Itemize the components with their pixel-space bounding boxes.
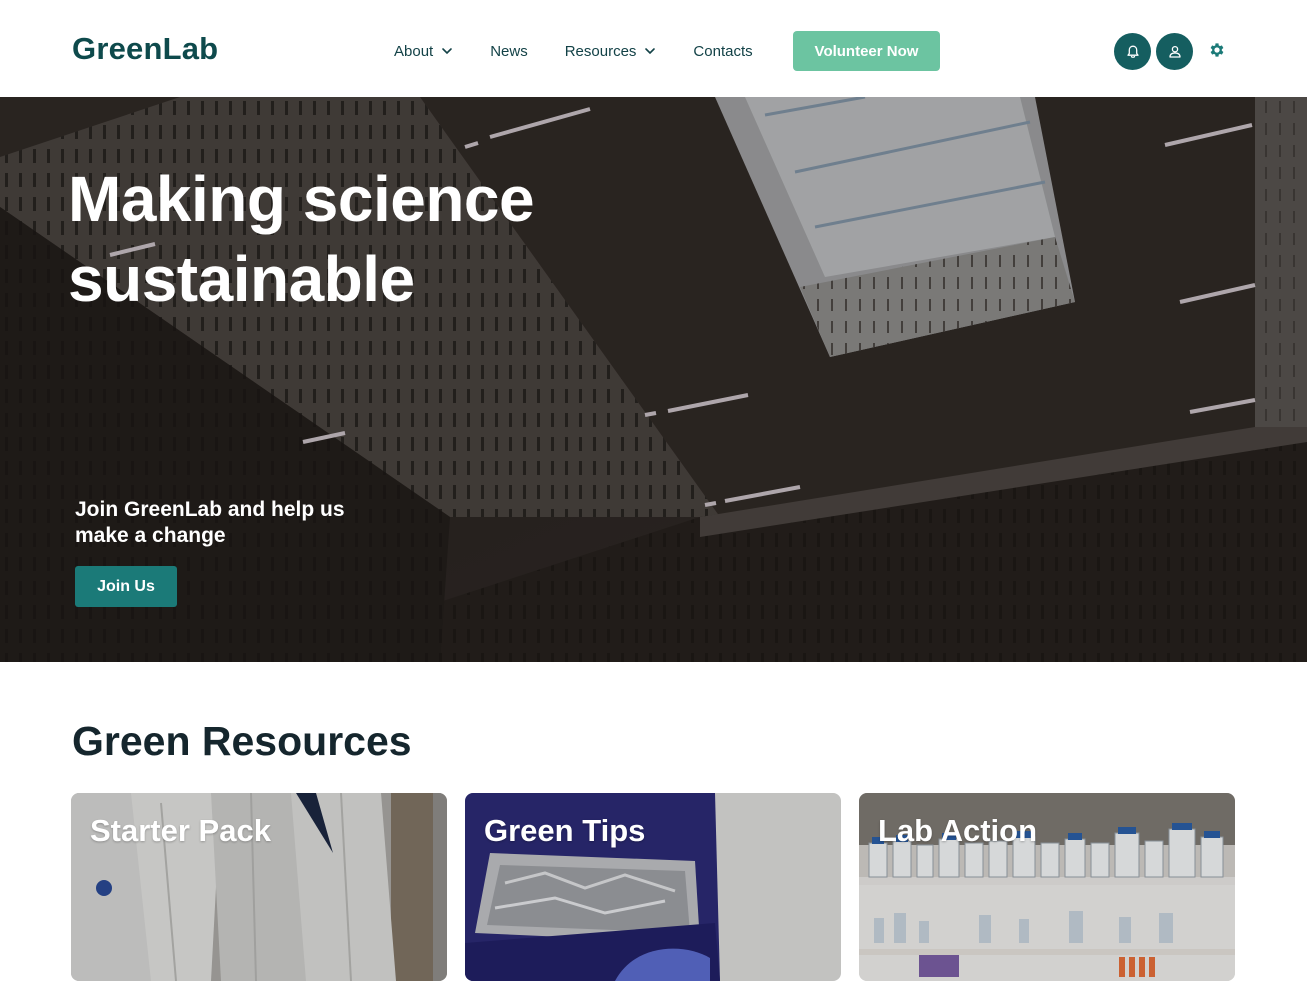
bell-icon [1126, 45, 1139, 58]
user-icon [1168, 45, 1181, 58]
card-title: Lab Action [878, 813, 1038, 848]
chevron-down-icon [645, 48, 656, 55]
gear-icon [1210, 43, 1224, 57]
nav-item-contacts[interactable]: Contacts [693, 40, 752, 62]
user-account-button[interactable] [1156, 33, 1193, 70]
nav-item-resources[interactable]: Resources [565, 40, 657, 62]
nav-item-about[interactable]: About [394, 40, 453, 62]
nav-item-label: Resources [564, 42, 637, 60]
nav-item-label: News [490, 42, 528, 60]
hero-title: Making science sustainable [68, 163, 535, 315]
section-title: Green Resources [72, 718, 412, 764]
hero-subtitle: Join GreenLab and help us make a change [75, 498, 345, 547]
site-header: GreenLab About News Resources Contacts V… [0, 0, 1307, 97]
join-us-button[interactable]: Join Us [75, 566, 177, 607]
settings-button[interactable] [1207, 40, 1227, 60]
chevron-down-icon [442, 48, 453, 55]
volunteer-now-button[interactable]: Volunteer Now [793, 31, 940, 71]
card-title: Green Tips [484, 813, 646, 848]
resource-card-lab-action[interactable]: Lab Action [859, 793, 1235, 981]
card-title: Starter Pack [90, 813, 271, 848]
nav-item-news[interactable]: News [490, 40, 528, 62]
notifications-button[interactable] [1114, 33, 1151, 70]
main-nav: About News Resources Contacts [394, 40, 790, 62]
logo[interactable]: GreenLab [72, 31, 218, 67]
hero-section: Making science sustainable Join GreenLab… [0, 97, 1307, 662]
resource-card-green-tips[interactable]: Green Tips [465, 793, 841, 981]
nav-item-label: Contacts [693, 42, 753, 60]
nav-item-label: About [394, 42, 434, 60]
resource-card-starter-pack[interactable]: Starter Pack [71, 793, 447, 981]
